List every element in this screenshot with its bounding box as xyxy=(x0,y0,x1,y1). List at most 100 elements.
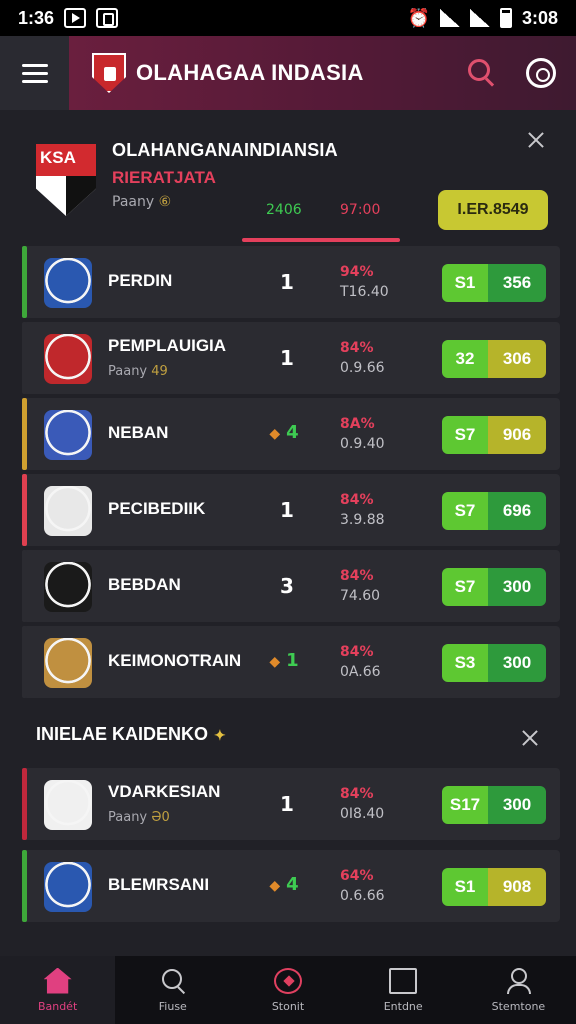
settings-gear-icon[interactable] xyxy=(526,58,556,88)
nav-item-search[interactable]: Fiuse xyxy=(115,956,230,1024)
cell-signal-icon xyxy=(469,9,490,27)
odds-button[interactable]: S7 906 xyxy=(442,416,546,454)
odds-button[interactable]: S1 908 xyxy=(442,868,546,906)
match-row[interactable]: PEMPLAUIGIA Paany 49 1 84% 0.9.66 32 306 xyxy=(22,322,560,394)
team-name: KEIMONOTRAIN xyxy=(108,651,242,670)
win-percentage: 64% xyxy=(340,868,374,884)
match-row[interactable]: PERDIN 1 94% T16.40 S1 356 xyxy=(22,246,560,318)
match-row[interactable]: VDARKESIAN Paany Ə0 1 84% 0I8.40 S17 300 xyxy=(22,768,560,840)
hamburger-icon-line xyxy=(22,71,48,75)
match-score-value: 1 xyxy=(280,346,294,370)
nav-label: Bandét xyxy=(37,999,78,1013)
nav-label: Stonit xyxy=(271,999,305,1013)
match-row[interactable]: NEBAN ◆ 4 8A% 0.9.40 S7 906 xyxy=(22,398,560,470)
odds-button[interactable]: S7 300 xyxy=(442,568,546,606)
team-crest-icon xyxy=(44,410,92,460)
league-subtitle: RIERATJATA xyxy=(112,168,216,187)
nav-item-user[interactable]: Stemtone xyxy=(461,956,576,1024)
status-bar: 1:36 ⏰ 3:08 xyxy=(0,0,576,36)
league-score-a: 2406 xyxy=(266,202,302,218)
team-crest-icon xyxy=(44,638,92,688)
nav-item-home[interactable]: Bandét xyxy=(0,956,116,1024)
app-bar: OLAHAGAA INDASIA xyxy=(0,36,576,110)
status-accent xyxy=(22,474,27,546)
nav-item-compass[interactable]: Stonit xyxy=(230,956,345,1024)
team-meta: Paany 49 xyxy=(108,364,168,379)
odds-button[interactable]: S1 356 xyxy=(442,264,546,302)
team-name: VDARKESIAN xyxy=(108,782,221,801)
win-percentage: 84% xyxy=(340,644,374,660)
match-score-value: 4 xyxy=(286,422,299,443)
match-score: ◆ 4 xyxy=(254,874,314,895)
wifi-signal-icon xyxy=(439,9,460,27)
odds-label: S7 xyxy=(442,568,488,606)
team-name: PEMPLAUIGIA xyxy=(108,336,227,355)
match-row[interactable]: KEIMONOTRAIN ◆ 1 84% 0A.66 S3 300 xyxy=(22,626,560,698)
odds-value: 908 xyxy=(488,868,546,906)
live-indicator-icon: ◆ xyxy=(269,878,281,894)
win-percentage: 84% xyxy=(340,492,374,508)
team-name: BLEMRSANI xyxy=(108,875,210,894)
league-meta-label: Paany xyxy=(112,194,155,210)
match-score-value: 1 xyxy=(280,270,294,294)
live-indicator-icon: ◆ xyxy=(269,654,281,670)
menu-button[interactable] xyxy=(0,36,70,110)
match-score: ◆ 4 xyxy=(254,422,314,443)
live-indicator-icon: ◆ xyxy=(269,426,281,442)
match-line: 0.9.40 xyxy=(340,436,385,452)
close-icon[interactable] xyxy=(520,728,540,748)
odds-value: 300 xyxy=(488,786,546,824)
match-score-value: 1 xyxy=(286,650,299,671)
home-icon xyxy=(43,967,72,994)
odds-value: 306 xyxy=(488,340,546,378)
match-score-value: 1 xyxy=(280,792,294,816)
match-score: 1 xyxy=(272,270,302,294)
match-line: T16.40 xyxy=(340,284,389,300)
odds-button[interactable]: S3 300 xyxy=(442,644,546,682)
match-row[interactable]: PECIBEDIIK 1 84% 3.9.88 S7 696 xyxy=(22,474,560,546)
team-name: PERDIN xyxy=(108,271,173,290)
nav-item-box[interactable]: Entdne xyxy=(346,956,461,1024)
close-icon[interactable] xyxy=(526,130,546,150)
section-title-text: INIELAE KAIDENKO xyxy=(36,724,209,744)
match-row[interactable]: BEBDAN 3 84% 74.60 S7 300 xyxy=(22,550,560,622)
win-percentage: 8A% xyxy=(340,416,375,432)
compass-icon xyxy=(274,967,302,994)
odds-button[interactable]: 32 306 xyxy=(442,340,546,378)
league-meta-value: ⑥ xyxy=(158,194,172,210)
hamburger-icon-line xyxy=(22,79,48,83)
user-icon xyxy=(504,967,532,994)
section-header: INIELAE KAIDENKO ✦ xyxy=(22,712,560,756)
status-accent xyxy=(22,398,27,470)
league-meta: Paany ⑥ xyxy=(112,194,171,210)
team-crest-icon xyxy=(44,486,92,536)
odds-label: S7 xyxy=(442,492,488,530)
active-tab-indicator xyxy=(242,238,400,242)
match-line: 74.60 xyxy=(340,588,381,604)
match-line: 0I8.40 xyxy=(340,806,385,822)
match-score: 1 xyxy=(272,792,302,816)
odds-value: 906 xyxy=(488,416,546,454)
match-row[interactable]: BLEMRSANI ◆ 4 64% 0.6.66 S1 908 xyxy=(22,850,560,922)
odds-button[interactable]: S17 300 xyxy=(442,786,546,824)
search-icon[interactable] xyxy=(464,55,500,91)
odds-button[interactable]: S7 696 xyxy=(442,492,546,530)
league-header[interactable]: KSA OLAHANGANAINDIANSIA RIERATJATA Paany… xyxy=(22,128,560,242)
win-percentage: 84% xyxy=(340,786,374,802)
match-score-value: 4 xyxy=(286,874,299,895)
alarm-icon: ⏰ xyxy=(407,7,430,28)
status-accent xyxy=(22,768,27,840)
match-score: ◆ 1 xyxy=(254,650,314,671)
flag-icon: ✦ xyxy=(214,727,226,743)
team-name: PECIBEDIIK xyxy=(108,499,206,518)
league-odds-button[interactable]: I.ER.8549 xyxy=(438,190,548,230)
status-accent xyxy=(22,322,27,394)
win-percentage: 84% xyxy=(340,568,374,584)
odds-value: 356 xyxy=(488,264,546,302)
odds-value: 300 xyxy=(488,568,546,606)
match-line: 0.6.66 xyxy=(340,888,385,904)
match-score-value: 1 xyxy=(280,498,294,522)
team-meta-value: Ə0 xyxy=(151,810,170,825)
team-crest-icon xyxy=(44,258,92,308)
nav-label: Fiuse xyxy=(158,999,187,1013)
